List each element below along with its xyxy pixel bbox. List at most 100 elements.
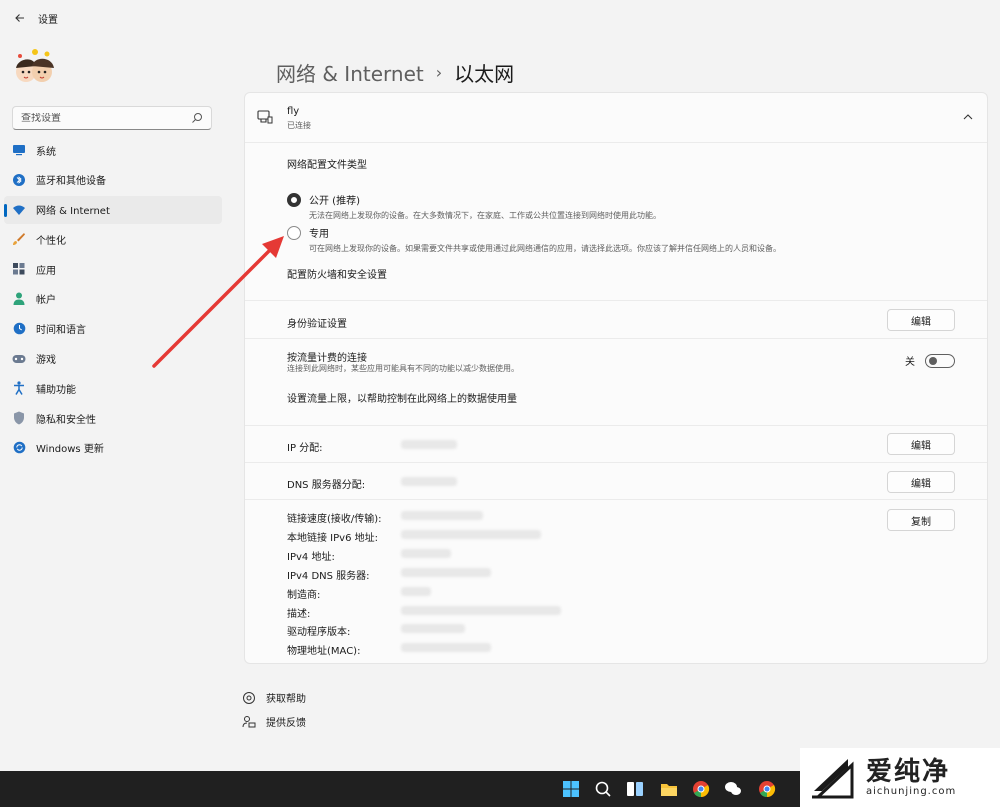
- title-bar: 设置: [0, 0, 1000, 36]
- firewall-settings-link[interactable]: 配置防火墙和安全设置: [287, 266, 387, 281]
- task-view-icon[interactable]: [626, 780, 644, 798]
- ip-assignment-value: [401, 440, 457, 449]
- windows-start-icon[interactable]: [562, 780, 580, 798]
- avatar[interactable]: [14, 46, 56, 90]
- ipv4-address-value: [401, 549, 451, 558]
- driver-version-value: [401, 624, 465, 633]
- ipv6-address-value: [401, 530, 541, 539]
- metered-connection-label: 按流量计费的连接: [287, 353, 367, 364]
- watermark-en: aichunjing.com: [866, 786, 957, 797]
- auth-edit-button[interactable]: 编辑: [887, 309, 955, 331]
- ipv4-dns-label: IPv4 DNS 服务器:: [287, 571, 370, 582]
- search-box[interactable]: [12, 106, 212, 130]
- person-icon: [12, 292, 26, 306]
- metered-toggle[interactable]: [925, 353, 955, 368]
- sidebar-item-system[interactable]: 系统: [4, 136, 222, 164]
- divider: [245, 499, 987, 500]
- globe-clock-icon: [12, 322, 26, 336]
- ip-edit-button[interactable]: 编辑: [887, 433, 955, 455]
- feedback-link[interactable]: 提供反馈: [242, 714, 306, 729]
- page-title: 以太网: [454, 62, 515, 86]
- mac-address-label: 物理地址(MAC):: [287, 646, 361, 657]
- mac-address-value: [401, 643, 491, 652]
- breadcrumb-separator: ›: [435, 63, 443, 82]
- manufacturer-label: 制造商:: [287, 590, 321, 601]
- wifi-icon: [12, 203, 26, 217]
- sidebar-item-personalization[interactable]: 个性化: [4, 225, 222, 253]
- link-speed-value: [401, 511, 483, 520]
- ip-assignment-label: IP 分配:: [287, 443, 323, 454]
- divider: [245, 425, 987, 426]
- search-input[interactable]: [21, 112, 191, 124]
- watermark: 爱纯净 aichunjing.com: [800, 748, 1000, 807]
- driver-version-label: 驱动程序版本:: [287, 627, 351, 638]
- watermark-logo-icon: [812, 758, 854, 798]
- radio-public-desc: 无法在网络上发现你的设备。在大多数情况下，在家庭、工作或公共位置连接到网络时使用…: [309, 211, 661, 220]
- accessibility-icon: [12, 381, 26, 396]
- chevron-up-icon[interactable]: [961, 110, 975, 124]
- sidebar-item-windows-update[interactable]: Windows 更新: [4, 434, 222, 462]
- brush-icon: [12, 232, 26, 246]
- link-speed-label: 链接速度(接收/传输):: [287, 514, 382, 525]
- sidebar-item-label: 网络 & Internet: [36, 206, 110, 218]
- radio-private[interactable]: [287, 226, 301, 240]
- dns-edit-button[interactable]: 编辑: [887, 471, 955, 493]
- sidebar-item-accounts[interactable]: 帐户: [4, 285, 222, 313]
- sidebar-item-network[interactable]: 网络 & Internet: [4, 195, 222, 224]
- dns-assignment-value: [401, 477, 457, 486]
- data-limit-link[interactable]: 设置流量上限，以帮助控制在此网络上的数据使用量: [287, 390, 517, 405]
- divider: [245, 338, 987, 339]
- ethernet-card: fly 已连接 网络配置文件类型 公开 (推荐) 无法在网络上发现你的设备。在大…: [244, 92, 988, 664]
- feedback-icon: [242, 715, 256, 729]
- watermark-cn: 爱纯净: [866, 757, 951, 787]
- network-status: 已连接: [287, 121, 311, 130]
- radio-option-public[interactable]: 公开 (推荐) 无法在网络上发现你的设备。在大多数情况下，在家庭、工作或公共位置…: [287, 192, 661, 221]
- chrome-icon[interactable]: [692, 780, 710, 798]
- sidebar-item-label: 帐户: [36, 295, 56, 307]
- back-button[interactable]: [10, 8, 30, 28]
- metered-toggle-state: 关: [905, 357, 915, 368]
- auth-settings-label: 身份验证设置: [287, 319, 347, 330]
- avatar-image: [16, 49, 54, 82]
- chrome-icon-2[interactable]: [758, 780, 776, 798]
- ipv4-address-label: IPv4 地址:: [287, 552, 335, 563]
- monitor-icon: [12, 143, 26, 157]
- sidebar-item-label: 系统: [36, 146, 56, 158]
- sidebar-item-gaming[interactable]: 游戏: [4, 345, 222, 373]
- profile-type-title: 网络配置文件类型: [287, 160, 367, 171]
- ipv4-dns-value: [401, 568, 491, 577]
- app-title: 设置: [38, 14, 58, 26]
- network-name: fly: [287, 106, 300, 117]
- manufacturer-value: [401, 587, 431, 596]
- search-icon[interactable]: [191, 112, 203, 124]
- sidebar-item-label: 个性化: [36, 235, 66, 247]
- sidebar-item-privacy[interactable]: 隐私和安全性: [4, 404, 222, 432]
- divider: [245, 462, 987, 463]
- divider: [245, 300, 987, 301]
- metered-connection-desc: 连接到此网络时，某些应用可能具有不同的功能以减少数据使用。: [287, 364, 519, 373]
- sidebar-item-bluetooth[interactable]: 蓝牙和其他设备: [4, 166, 222, 194]
- back-arrow-icon: [15, 14, 24, 22]
- radio-public[interactable]: [287, 193, 301, 207]
- sidebar-item-accessibility[interactable]: 辅助功能: [4, 374, 222, 402]
- breadcrumb: 网络 & Internet › 以太网: [276, 58, 514, 87]
- shield-icon: [12, 411, 26, 425]
- dns-assignment-label: DNS 服务器分配:: [287, 480, 366, 491]
- breadcrumb-parent[interactable]: 网络 & Internet: [276, 58, 424, 87]
- get-help-label: 获取帮助: [266, 694, 306, 705]
- wechat-icon[interactable]: [724, 780, 742, 798]
- sidebar-item-label: 游戏: [36, 355, 56, 367]
- description-value: [401, 606, 561, 615]
- get-help-link[interactable]: 获取帮助: [242, 690, 306, 705]
- description-label: 描述:: [287, 609, 311, 620]
- ethernet-card-header[interactable]: fly 已连接: [245, 93, 987, 143]
- copy-button[interactable]: 复制: [887, 509, 955, 531]
- radio-private-title: 专用: [309, 229, 329, 240]
- sidebar-item-time-language[interactable]: 时间和语言: [4, 315, 222, 343]
- search-icon[interactable]: [594, 780, 612, 798]
- sidebar-item-label: 隐私和安全性: [36, 414, 96, 426]
- sidebar-item-apps[interactable]: 应用: [4, 255, 222, 283]
- radio-option-private[interactable]: 专用 可在网络上发现你的设备。如果需要文件共享或使用通过此网络通信的应用，请选择…: [287, 225, 781, 254]
- file-explorer-icon[interactable]: [660, 780, 678, 798]
- sidebar-item-label: 辅助功能: [36, 384, 76, 396]
